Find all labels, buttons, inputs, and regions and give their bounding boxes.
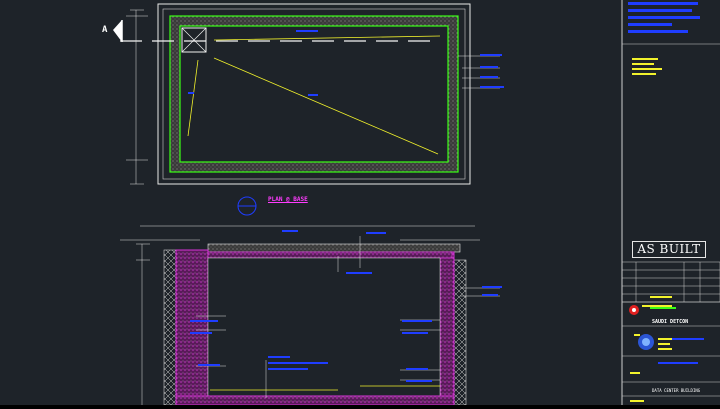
company-name: SAUDI DETCON <box>652 319 689 325</box>
plan-view <box>113 3 504 185</box>
section-arrow-icon <box>113 20 123 42</box>
section-marker-icon <box>237 196 257 216</box>
client-logo-icon <box>638 334 654 350</box>
cad-drawing-canvas[interactable]: A PLAN @ BASE AS BUILT SAUDI DETCON DATA… <box>0 0 720 406</box>
section-marker-label: A <box>102 25 108 35</box>
as-built-stamp: AS BUILT <box>632 241 706 258</box>
company-logo-icon <box>629 305 639 315</box>
project-name: DATA CENTER BUILDING <box>652 388 701 393</box>
plan-title: PLAN @ BASE <box>268 196 308 203</box>
drawing-svg <box>113 0 720 406</box>
title-block-graphics <box>621 0 720 405</box>
section-view <box>120 225 502 406</box>
